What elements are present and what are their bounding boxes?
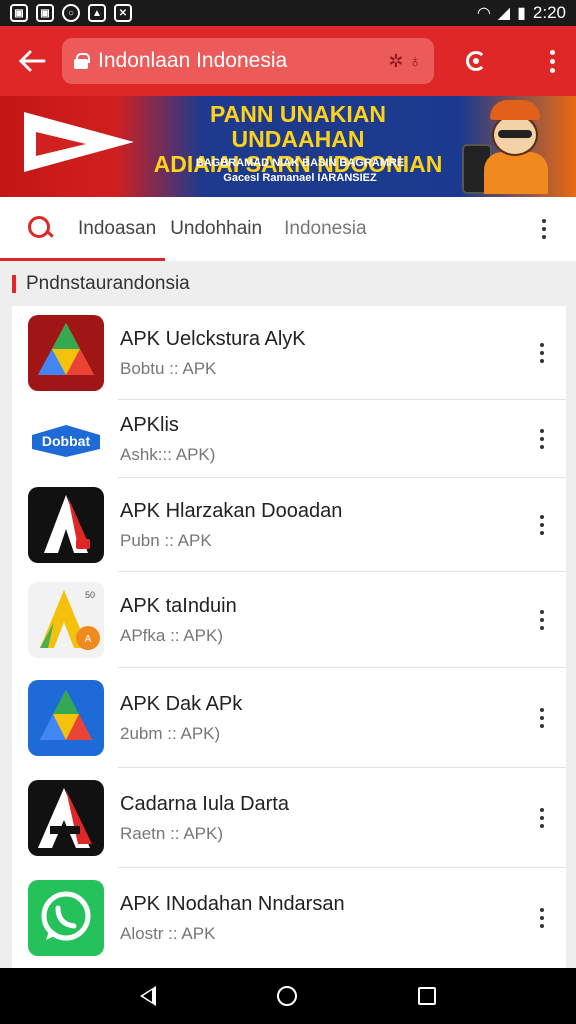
- url-text: Indonlaan Indonesia: [98, 49, 288, 72]
- app-icon-drive: [28, 315, 104, 391]
- app-subtitle: Ashk::: APK): [120, 444, 216, 464]
- notification-icon: ○: [62, 4, 80, 22]
- app-subtitle: APfka :: APK): [120, 625, 223, 645]
- nav-home-icon[interactable]: [276, 986, 297, 1006]
- more-vert-icon[interactable]: [540, 343, 544, 363]
- list-item[interactable]: APK Dak APk 2ubm :: APK): [12, 668, 566, 768]
- image-icon: ▲: [88, 4, 106, 22]
- list-item[interactable]: APK Uelckstura AlyK Bobtu :: APK: [12, 306, 566, 400]
- list-item[interactable]: Cadarna Iula Darta Raetn :: APK): [12, 768, 566, 868]
- more-vert-icon[interactable]: [540, 908, 544, 928]
- notification-icon: ▣: [10, 4, 28, 22]
- mascot-illustration: [462, 100, 562, 194]
- promo-banner[interactable]: PANN UNAKIAN UNDAAHAN ADIAIAI SARN NDOON…: [0, 96, 576, 197]
- signal-icon: ◢: [497, 5, 511, 22]
- app-title: APK taInduin: [120, 594, 237, 617]
- tab-indoasan[interactable]: Indoasan: [78, 218, 156, 240]
- browser-toolbar: Indonlaan Indonesia ✲ ♁: [0, 26, 576, 96]
- more-vert-icon[interactable]: [540, 429, 544, 449]
- system-icons: ◠ ◢ ▮ 2:20: [477, 3, 566, 23]
- list-item[interactable]: A 50 APK taInduin APfka :: APK): [12, 572, 566, 668]
- list-item[interactable]: APK INodahan Nndarsan Alostr :: APK: [12, 868, 566, 968]
- more-vert-icon[interactable]: [540, 708, 544, 728]
- app-title: APK INodahan Nndarsan: [120, 892, 345, 915]
- list-item[interactable]: Dobbat APKlis Ashk::: APK): [12, 400, 566, 478]
- whatsapp-icon: [28, 880, 104, 956]
- banner-subtext: BAGBRAMAD NIAK BASIN BAGRAMRE Gacesl Ram…: [195, 157, 405, 184]
- nav-back-icon[interactable]: [140, 986, 157, 1006]
- app-subtitle: Pubn :: APK: [120, 530, 212, 550]
- app-icon-dobbat: Dobbat: [28, 401, 104, 477]
- notification-icons: ▣ ▣ ○ ▲ ✕: [10, 4, 132, 22]
- svg-text:Dobbat: Dobbat: [42, 433, 91, 449]
- more-vert-icon[interactable]: [540, 49, 564, 73]
- app-title: APK Hlarzakan Dooadan: [120, 499, 343, 522]
- tab-indonesia[interactable]: Indonesia: [284, 218, 366, 240]
- more-vert-icon[interactable]: [540, 515, 544, 535]
- more-vert-icon[interactable]: [542, 219, 546, 239]
- clock: 2:20: [532, 3, 566, 22]
- tab-undohhain[interactable]: Undohhain: [170, 218, 262, 240]
- app-icon-red-a: [28, 780, 104, 856]
- system-nav-bar: [0, 968, 576, 1024]
- app-title: APK Dak APk: [120, 692, 243, 715]
- lock-icon: [74, 53, 90, 69]
- address-bar[interactable]: Indonlaan Indonesia ✲ ♁: [62, 38, 434, 84]
- battery-icon: ▮: [517, 5, 526, 22]
- search-tabs: Indoasan Undohhain Indonesia: [0, 197, 576, 261]
- back-arrow-icon[interactable]: [12, 41, 52, 81]
- app-title: Cadarna Iula Darta: [120, 792, 289, 815]
- wifi-icon: ◠: [476, 5, 491, 22]
- app-subtitle: Alostr :: APK: [120, 923, 216, 943]
- url-extra-icons[interactable]: ✲ ♁: [388, 51, 422, 72]
- close-icon: ✕: [114, 4, 132, 22]
- app-subtitle: Raetn :: APK): [120, 823, 223, 843]
- list-item[interactable]: APK Hlarzakan Dooadan Pubn :: APK: [12, 478, 566, 572]
- app-icon-blue-drive: [28, 680, 104, 756]
- app-icon-black-a: [28, 487, 104, 563]
- status-bar: ▣ ▣ ○ ▲ ✕ ◠ ◢ ▮ 2:20: [0, 0, 576, 26]
- nav-recents-icon[interactable]: [417, 987, 436, 1005]
- svg-text:A: A: [85, 634, 92, 645]
- active-tab-indicator: [0, 258, 165, 261]
- refresh-icon[interactable]: [456, 41, 496, 81]
- more-vert-icon[interactable]: [540, 610, 544, 630]
- section-title: Pndnstaurandonsia: [26, 273, 190, 294]
- section-header: Pndnstaurandonsia: [12, 270, 190, 298]
- app-subtitle: 2ubm :: APK): [120, 723, 221, 743]
- svg-text:50: 50: [85, 590, 95, 600]
- app-title: APKlis: [120, 413, 179, 436]
- notification-icon: ▣: [36, 4, 54, 22]
- app-list: APK Uelckstura AlyK Bobtu :: APK Dobbat …: [12, 306, 566, 968]
- search-icon[interactable]: [28, 216, 54, 242]
- app-title: APK Uelckstura AlyK: [120, 327, 306, 350]
- app-icon-gold-a: A 50: [28, 582, 104, 658]
- more-vert-icon[interactable]: [540, 808, 544, 828]
- app-subtitle: Bobtu :: APK: [120, 358, 217, 378]
